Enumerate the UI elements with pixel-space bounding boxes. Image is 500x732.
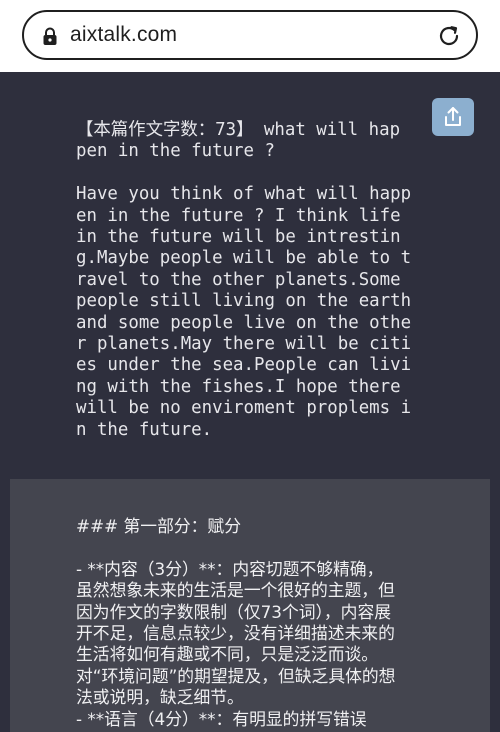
essay-line: in the future will be intrestin (76, 227, 401, 248)
share-button[interactable] (432, 98, 474, 136)
essay-line: 【本篇作文字数：73】 what will hap (76, 120, 401, 140)
review-line: - **内容（3分）**：内容切题不够精确， (76, 558, 384, 579)
share-icon (445, 107, 461, 126)
essay-line: g.Maybe people will be able to t (76, 248, 412, 269)
essay-line: en in the future ? I think life (76, 205, 401, 226)
essay-line: Have you think of what will happ (76, 184, 412, 205)
address-bar[interactable]: aixtalk.com (22, 10, 478, 60)
review-line: 法或说明，缺乏细节。 (76, 687, 244, 708)
browser-toolbar: aixtalk.com (0, 0, 500, 72)
review-line: 对“环境问题”的期望提及，但缺乏具体的想 (76, 665, 396, 686)
review-line: - **语言（4分）**：有明显的拼写错误 (76, 708, 367, 729)
review-line: 生活将如何有趣或不同，只是泛泛而谈。 (76, 644, 379, 665)
essay-line: pen in the future ? (76, 141, 275, 162)
review-line: ### 第一部分：赋分 (76, 516, 241, 536)
reload-icon[interactable] (436, 23, 462, 49)
review-text: ### 第一部分：赋分 - **内容（3分）**：内容切题不够精确， 虽然想象未… (76, 516, 436, 730)
essay-line: will be no enviroment proplems i (76, 398, 412, 419)
essay-line: n the future. (76, 419, 213, 440)
essay-line: and some people live on the othe (76, 312, 412, 333)
essay-line: r planets.May there will be citi (76, 334, 412, 355)
essay-line: ng with the fishes.I hope there (76, 376, 401, 397)
url-text[interactable]: aixtalk.com (70, 23, 177, 47)
essay-line: people still living on the earth (76, 291, 412, 312)
essay-line: es under the sea.People can livi (76, 355, 412, 376)
review-line: 开不足，信息点较少，没有详细描述未来的 (76, 623, 395, 644)
review-line: 因为作文的字数限制（仅73个词），内容展 (76, 601, 392, 622)
review-line: 虽然想象未来的生活是一个很好的主题，但 (76, 580, 395, 601)
essay-line: ravel to the other planets.Some (76, 269, 401, 290)
lock-icon[interactable] (42, 27, 58, 45)
essay-text: 【本篇作文字数：73】 what will hap pen in the fut… (76, 120, 426, 441)
